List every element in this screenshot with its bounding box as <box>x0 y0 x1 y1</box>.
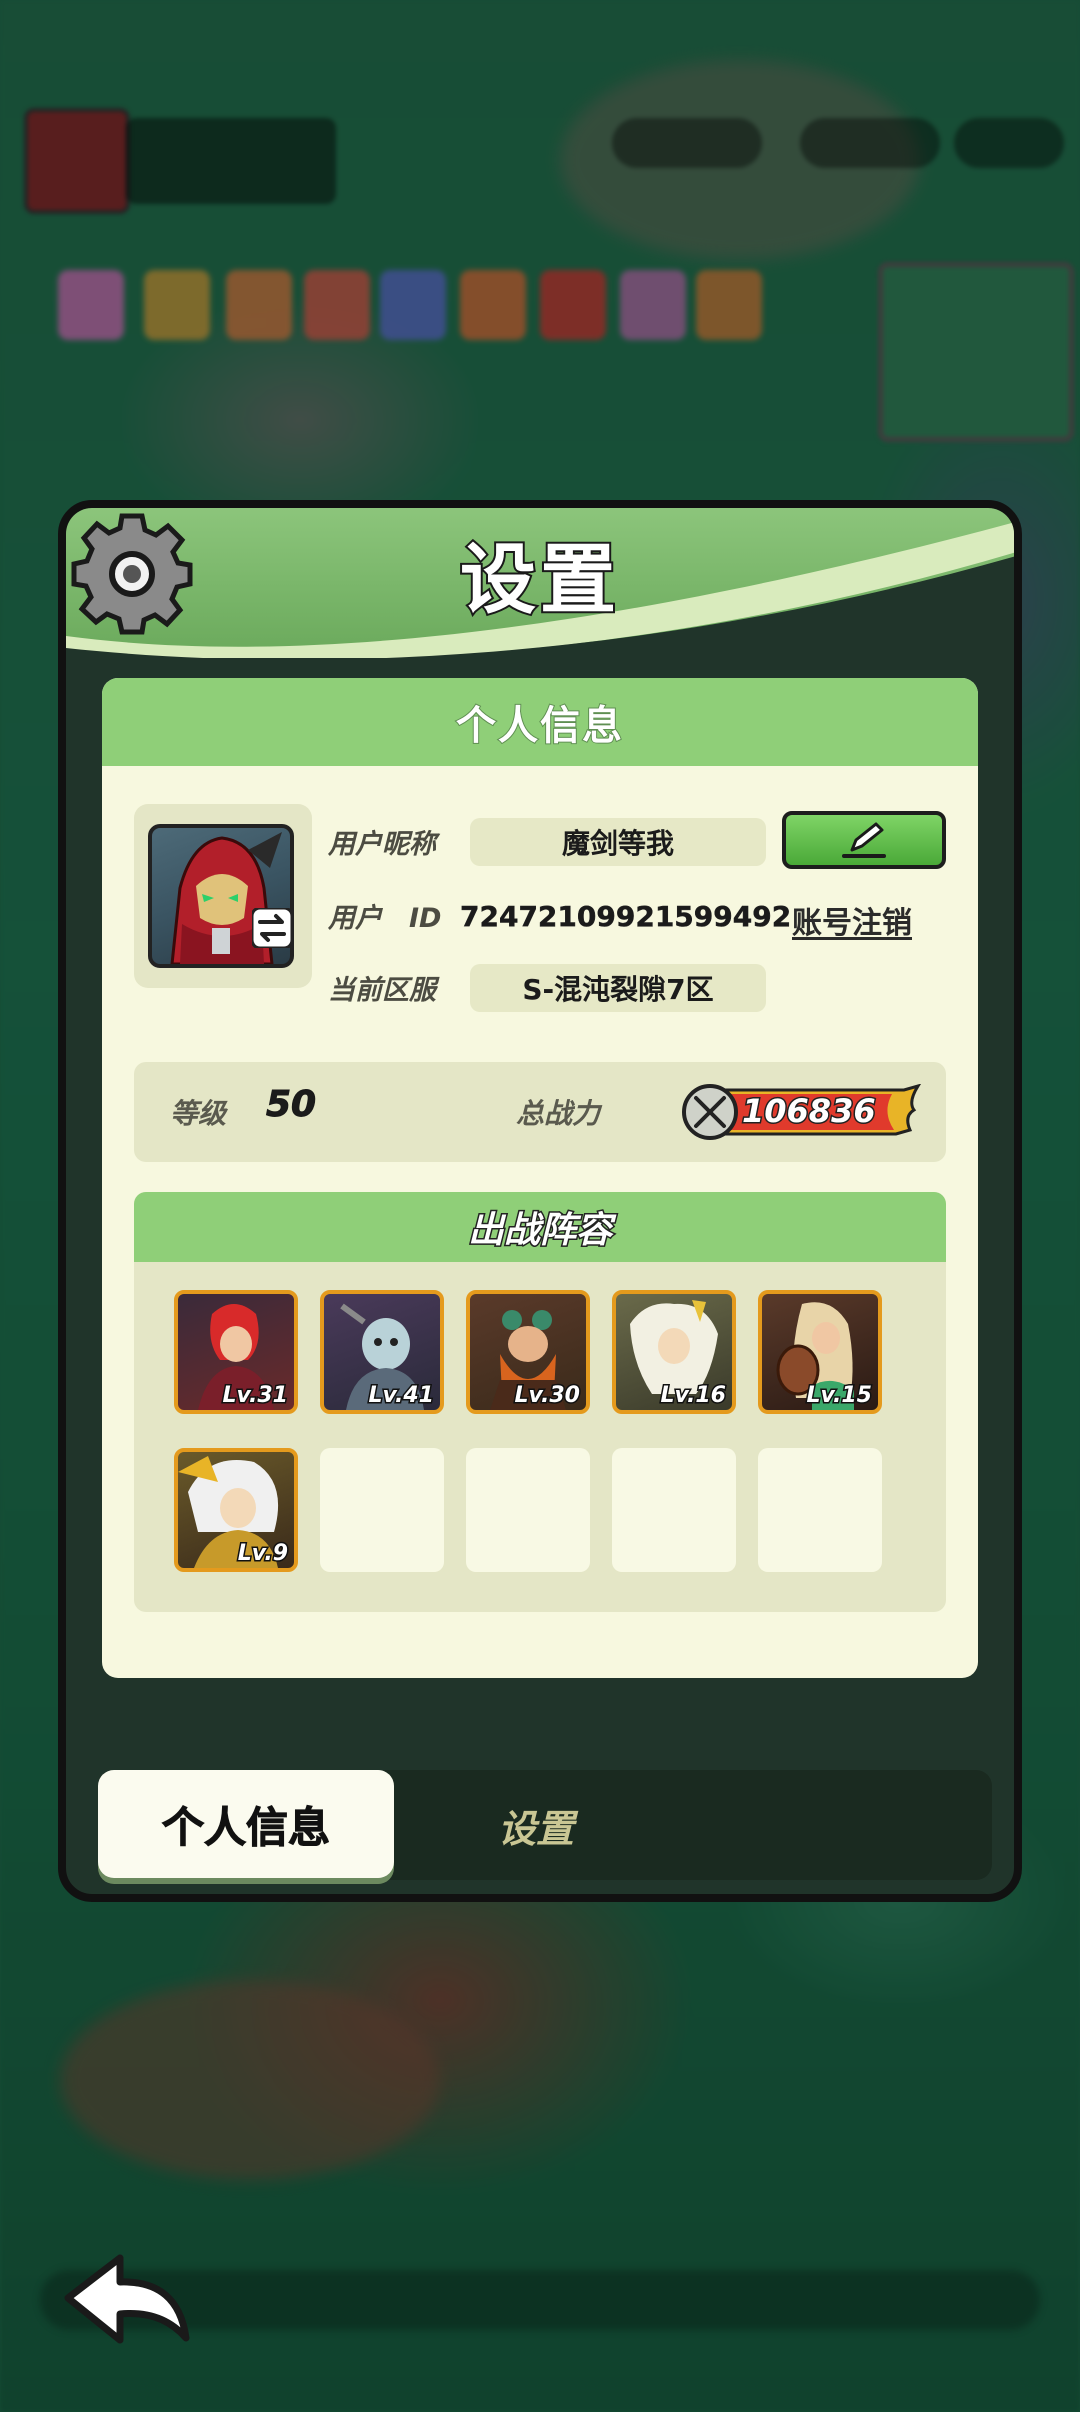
tab-profile-label: 个人信息 <box>161 1802 330 1852</box>
empty-hero-slot[interactable] <box>320 1448 444 1572</box>
section-header: 个人信息 <box>102 678 978 766</box>
server-field: S-混沌裂隙7区 <box>470 964 766 1012</box>
settings-dialog: 设置 个人信息 用户昵称 魔剑等我 用户 ID 7247210992159949… <box>58 500 1022 1902</box>
dialog-header: 设置 <box>66 508 1014 658</box>
hero-level: Lv.30 <box>513 1382 582 1410</box>
power-label: 总战力 <box>516 1097 601 1130</box>
tab-bar: 个人信息 设置 <box>98 1770 992 1880</box>
hero-level: Lv.41 <box>367 1382 436 1410</box>
nickname-label: 用户昵称 <box>328 829 436 860</box>
pencil-icon <box>842 822 886 858</box>
dialog-title: 设置 <box>458 533 620 626</box>
lineup-title: 出战阵容 <box>466 1209 613 1253</box>
empty-hero-slot[interactable] <box>612 1448 736 1572</box>
tab-profile[interactable]: 个人信息 <box>98 1770 394 1878</box>
stats-bar: 等级 50 总战力 106836 <box>134 1062 946 1162</box>
hero-slot[interactable]: Lv.41 <box>320 1290 444 1414</box>
hero-level: Lv.9 <box>236 1540 289 1568</box>
power-badge: 106836 <box>682 1084 922 1142</box>
server-label: 当前区服 <box>328 975 436 1006</box>
hero-slot[interactable]: Lv.9 <box>174 1448 298 1572</box>
hero-level: Lv.31 <box>221 1382 290 1410</box>
hero-slot[interactable]: Lv.31 <box>174 1290 298 1414</box>
hero-level: Lv.16 <box>659 1382 728 1410</box>
power-value: 106836 <box>741 1091 878 1132</box>
account-delete-link[interactable]: 账号注销 <box>792 898 912 942</box>
hero-level: Lv.15 <box>805 1382 874 1410</box>
uid-value: 72472109921599492 <box>460 900 792 934</box>
empty-hero-slot[interactable] <box>758 1448 882 1572</box>
uid-label: 用户 ID <box>328 903 442 934</box>
hero-slot[interactable]: Lv.30 <box>466 1290 590 1414</box>
hero-slot[interactable]: Lv.16 <box>612 1290 736 1414</box>
tab-settings[interactable]: 设置 <box>498 1798 574 1853</box>
back-arrow-icon[interactable] <box>58 2250 194 2354</box>
hero-slot[interactable]: Lv.15 <box>758 1290 882 1414</box>
level-label: 等级 <box>170 1097 227 1130</box>
empty-hero-slot[interactable] <box>466 1448 590 1572</box>
section-title: 个人信息 <box>455 702 624 750</box>
profile-card: 个人信息 用户昵称 魔剑等我 用户 ID 72472109921599492 账… <box>102 678 978 1678</box>
avatar-box[interactable] <box>134 804 312 988</box>
nickname-field: 魔剑等我 <box>470 818 766 866</box>
lineup-header: 出战阵容 <box>134 1192 946 1262</box>
level-value: 50 <box>265 1084 317 1126</box>
battle-lineup: 出战阵容 Lv.31 Lv.41 Lv.30 Lv.16 Lv.15 Lv.9 <box>134 1192 946 1612</box>
swap-icon[interactable] <box>252 908 292 948</box>
edit-nickname-button[interactable] <box>782 811 946 869</box>
